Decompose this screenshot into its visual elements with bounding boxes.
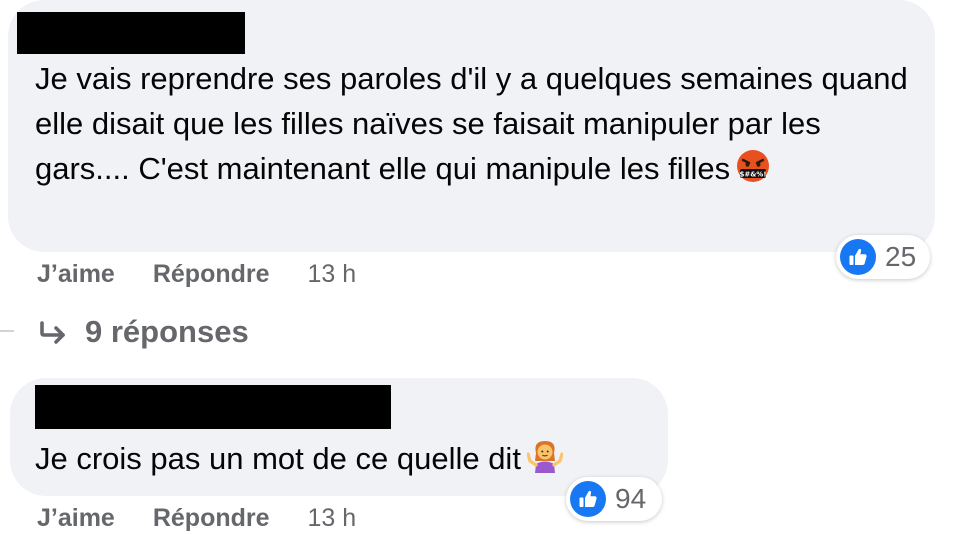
svg-text:$#&%!: $#&%! <box>740 171 767 179</box>
comment-bubble-1: Je vais reprendre ses paroles d'il y a q… <box>8 0 935 252</box>
reaction-summary[interactable]: 25 <box>836 235 930 279</box>
reaction-count: 94 <box>615 483 647 514</box>
like-button[interactable]: J’aime <box>37 504 115 533</box>
view-replies-link[interactable]: 9 réponses <box>37 314 249 350</box>
redacted-author-name <box>35 385 391 429</box>
reaction-summary[interactable]: 94 <box>566 477 662 521</box>
reply-button[interactable]: Répondre <box>153 504 270 533</box>
reply-arrow-icon <box>40 321 65 344</box>
reply-button[interactable]: Répondre <box>153 260 270 289</box>
person-shrugging-icon <box>526 439 564 485</box>
like-icon <box>570 481 606 517</box>
replies-count-label: 9 réponses <box>85 314 249 349</box>
like-icon <box>840 239 876 275</box>
face-with-symbols-icon: $#&%! <box>736 149 770 195</box>
reaction-count: 25 <box>885 241 917 272</box>
redacted-author-name <box>17 12 245 54</box>
like-button[interactable]: J’aime <box>37 260 115 289</box>
comment-text: Je vais reprendre ses paroles d'il y a q… <box>35 56 915 195</box>
comment-actions: J’aime Répondre 13 h <box>37 504 356 533</box>
comment-bubble-2: Je crois pas un mot de ce quelle dit <box>10 378 668 496</box>
comment-actions: J’aime Répondre 13 h <box>37 260 356 289</box>
comment-text: Je crois pas un mot de ce quelle dit <box>35 436 564 485</box>
comment-timestamp[interactable]: 13 h <box>308 260 357 289</box>
comment-timestamp[interactable]: 13 h <box>308 504 357 533</box>
thread-connector-line <box>0 330 14 332</box>
